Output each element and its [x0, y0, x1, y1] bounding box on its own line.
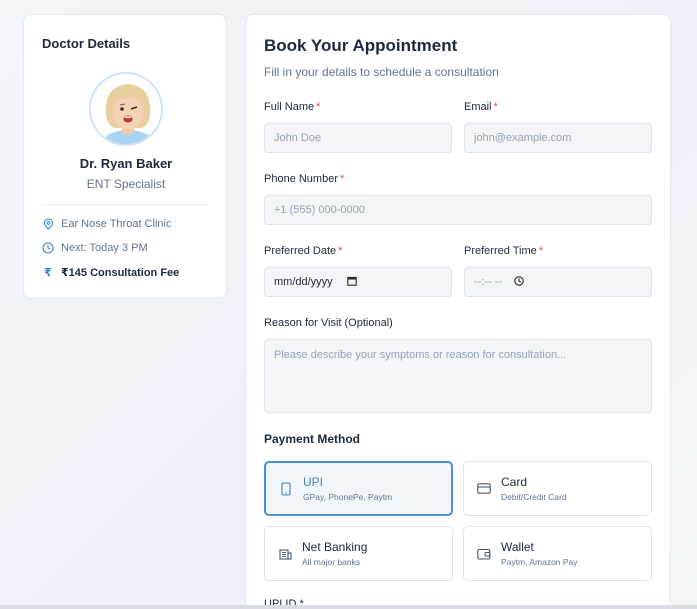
- form-subtitle: Fill in your details to schedule a consu…: [264, 65, 499, 79]
- availability-row: Next: Today 3 PM: [42, 242, 148, 254]
- full-name-label: Full Name *: [264, 101, 321, 113]
- payment-option-sub: All major banks: [302, 557, 361, 567]
- divider: [42, 204, 208, 205]
- location-pin-icon: [42, 218, 54, 230]
- doctor-details-card: Doctor Details Dr. Ryan Baker ENT Specia…: [23, 14, 227, 299]
- fee-row: ₹ ₹145 Consultation Fee: [42, 266, 179, 279]
- payment-option-wallet[interactable]: Wallet Paytm, Amazon Pay: [463, 526, 652, 581]
- availability-text: Next: Today 3 PM: [61, 242, 148, 254]
- payment-option-sub: GPay, PhonePe, Paytm: [303, 492, 393, 502]
- full-name-input[interactable]: John Doe: [264, 123, 452, 153]
- payment-option-sub: Paytm, Amazon Pay: [501, 557, 578, 567]
- window-bottom-edge: [0, 605, 697, 609]
- clock-icon: [42, 242, 54, 254]
- phone-input[interactable]: +1 (555) 000-0000: [264, 195, 652, 225]
- date-input[interactable]: mm/dd/yyyy: [264, 267, 452, 297]
- doctor-avatar: [89, 72, 163, 146]
- date-label: Preferred Date *: [264, 245, 343, 257]
- time-input[interactable]: --:-- --: [464, 267, 652, 297]
- payment-option-net-banking[interactable]: Net Banking All major banks: [264, 526, 453, 581]
- payment-option-label: Card: [501, 475, 528, 489]
- wallet-icon: [477, 547, 491, 561]
- payment-option-upi[interactable]: UPI GPay, PhonePe, Paytm: [264, 461, 453, 516]
- payment-option-label: UPI: [303, 475, 324, 489]
- doctor-details-title: Doctor Details: [42, 36, 131, 51]
- email-input[interactable]: john@example.com: [464, 123, 652, 153]
- phone-icon: [279, 481, 293, 496]
- payment-option-card[interactable]: Card Debit/Credit Card: [463, 461, 652, 516]
- card-icon: [477, 482, 491, 496]
- calendar-icon[interactable]: [346, 276, 357, 289]
- doctor-name: Dr. Ryan Baker: [79, 156, 173, 171]
- payment-option-label: Wallet: [501, 540, 534, 554]
- time-clock-icon[interactable]: [514, 275, 524, 289]
- rupee-icon: ₹: [44, 267, 52, 279]
- time-label: Preferred Time *: [464, 245, 544, 257]
- reason-label: Reason for Visit (Optional): [264, 317, 393, 329]
- doctor-specialty: ENT Specialist: [86, 177, 166, 191]
- phone-label: Phone Number *: [264, 173, 345, 185]
- fee-text: ₹145 Consultation Fee: [61, 267, 180, 279]
- clinic-row: Ear Nose Throat Clinic: [42, 218, 171, 230]
- form-title: Book Your Appointment: [264, 36, 458, 55]
- appointment-form-card: Book Your Appointment Fill in your detai…: [245, 14, 671, 609]
- reason-textarea[interactable]: Please describe your symptoms or reason …: [264, 339, 652, 413]
- clinic-name: Ear Nose Throat Clinic: [61, 218, 172, 230]
- payment-option-sub: Debit/Credit Card: [501, 492, 567, 502]
- email-label: Email *: [464, 101, 498, 113]
- bank-icon: [278, 547, 292, 561]
- payment-method-title: Payment Method: [264, 432, 361, 446]
- payment-option-label: Net Banking: [302, 540, 368, 554]
